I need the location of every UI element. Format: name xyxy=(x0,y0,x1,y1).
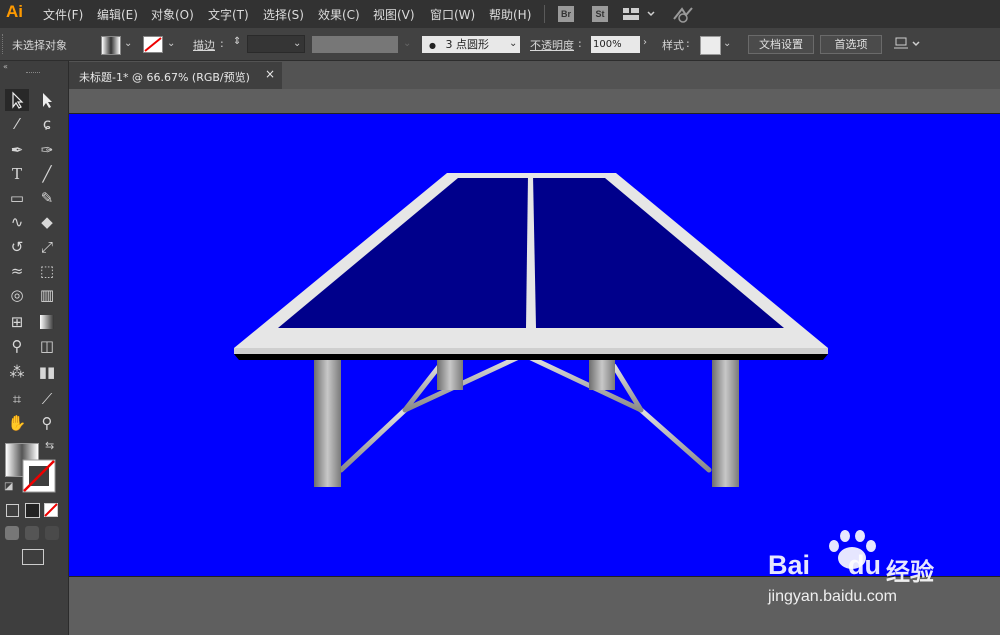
document-title: 未标题-1* @ 66.67% (RGB/预览) xyxy=(79,71,250,84)
panel-grip[interactable] xyxy=(2,34,6,54)
menu-type[interactable]: 文字(T) xyxy=(208,6,249,23)
tools-panel: « ⁄ ɕ ✒ ✑ T ╱ ▭ ✎ ∿ ◆ ↺ ⤢ ≈ ⬚ ◎ ▥ ⊞ ⚲ ◫ … xyxy=(0,61,69,635)
symbol-sprayer-tool-icon[interactable]: ⁂ xyxy=(5,361,29,383)
chevron-down-icon[interactable]: ⌄ xyxy=(293,38,301,49)
gradient-tool-icon[interactable] xyxy=(35,311,59,333)
style-swatch[interactable] xyxy=(700,36,721,55)
perspective-grid-tool-icon[interactable]: ▥ xyxy=(35,284,59,306)
chevron-down-icon[interactable]: ⌄ xyxy=(723,38,731,49)
bridge-button[interactable]: Br xyxy=(558,6,574,22)
menu-bar: Ai 文件(F) 编辑(E) 对象(O) 文字(T) 选择(S) 效果(C) 视… xyxy=(0,0,1000,28)
arrange-documents-icon[interactable] xyxy=(622,6,656,22)
selection-status: 未选择对象 xyxy=(12,39,67,52)
line-segment-tool-icon[interactable]: ╱ xyxy=(35,163,59,185)
opacity-field[interactable]: 100% xyxy=(591,36,640,53)
slice-tool-icon[interactable]: ⟋ xyxy=(35,388,59,410)
zoom-tool-icon[interactable]: ⚲ xyxy=(35,412,59,434)
draw-inside-icon[interactable] xyxy=(45,526,59,540)
curvature-tool-icon[interactable]: ✑ xyxy=(35,139,59,161)
chevron-down-icon[interactable]: ⌄ xyxy=(124,38,132,49)
fill-swatch[interactable] xyxy=(101,36,121,55)
gpu-performance-icon[interactable] xyxy=(672,5,694,23)
swap-colors-icon[interactable]: ⇆ xyxy=(45,439,54,452)
close-tab-icon[interactable]: × xyxy=(265,67,275,81)
eraser-tool-icon[interactable]: ◆ xyxy=(35,211,59,233)
shaper-tool-icon[interactable]: ∿ xyxy=(5,211,29,233)
lasso-tool-icon[interactable]: ɕ xyxy=(35,113,59,135)
blend-tool-icon[interactable]: ◫ xyxy=(35,335,59,357)
direct-selection-tool-icon[interactable] xyxy=(35,89,59,111)
menu-help[interactable]: 帮助(H) xyxy=(489,6,531,23)
rectangle-tool-icon[interactable]: ▭ xyxy=(5,187,29,209)
pen-tool-icon[interactable]: ✒ xyxy=(5,139,29,161)
variable-width-profile[interactable] xyxy=(312,36,398,53)
eyedropper-tool-icon[interactable]: ⚲ xyxy=(5,335,29,357)
rotate-tool-icon[interactable]: ↺ xyxy=(5,236,29,258)
scale-tool-icon[interactable]: ⤢ xyxy=(35,236,59,258)
stepper-icon[interactable]: ⇕ xyxy=(233,36,241,47)
brush-value: 3 点圆形 xyxy=(445,38,489,51)
panel-grip[interactable] xyxy=(26,72,40,75)
label-colon: : xyxy=(578,37,582,50)
stroke-color-box[interactable] xyxy=(22,459,56,493)
collapse-icon[interactable]: « xyxy=(3,62,8,71)
watermark-url: jingyan.baidu.com xyxy=(768,588,897,605)
column-graph-tool-icon[interactable]: ▮▮ xyxy=(35,361,59,383)
menu-file[interactable]: 文件(F) xyxy=(43,6,83,23)
baidu-brand-text: Bai du xyxy=(768,550,881,581)
selection-tool-icon[interactable] xyxy=(5,89,29,111)
stroke-label[interactable]: 描边 xyxy=(193,37,215,53)
shape-builder-tool-icon[interactable]: ◎ xyxy=(5,284,29,306)
label-colon: : xyxy=(220,37,224,50)
menu-divider xyxy=(544,5,545,23)
ping-pong-table-artwork xyxy=(234,173,828,487)
align-options-icon[interactable] xyxy=(893,36,923,52)
width-tool-icon[interactable]: ≈ xyxy=(5,260,29,282)
hand-tool-icon[interactable]: ✋ xyxy=(5,412,29,434)
table-legs xyxy=(314,354,739,487)
document-setup-button[interactable]: 文档设置 xyxy=(748,35,814,54)
free-transform-tool-icon[interactable]: ⬚ xyxy=(35,260,59,282)
menu-select[interactable]: 选择(S) xyxy=(263,6,304,23)
menu-edit[interactable]: 编辑(E) xyxy=(97,6,138,23)
draw-behind-icon[interactable] xyxy=(25,526,39,540)
artboard[interactable] xyxy=(69,113,1000,577)
chevron-down-icon: ⌄ xyxy=(403,38,412,49)
menu-object[interactable]: 对象(O) xyxy=(151,6,194,23)
brand-left: Bai xyxy=(768,550,811,580)
paintbrush-tool-icon[interactable]: ✎ xyxy=(35,187,59,209)
chevron-right-icon[interactable]: › xyxy=(643,37,647,48)
stroke-none-swatch[interactable] xyxy=(143,36,163,53)
app-logo: Ai xyxy=(6,2,23,21)
type-tool-icon[interactable]: T xyxy=(5,163,29,185)
control-bar: 未选择对象 ⌄ ⌄ 描边 : ⇕ ⌄ ⌄ ● 3 点圆形 ⌄ 不透明度 : 10… xyxy=(0,28,1000,61)
chevron-down-icon[interactable]: ⌄ xyxy=(509,38,517,49)
table-braces xyxy=(338,353,712,473)
opacity-label[interactable]: 不透明度 xyxy=(530,37,574,53)
label-colon: : xyxy=(686,37,690,50)
none-mode-icon[interactable] xyxy=(44,503,58,517)
chevron-down-icon[interactable]: ⌄ xyxy=(167,38,175,49)
draw-normal-icon[interactable] xyxy=(5,526,19,540)
mesh-tool-icon[interactable]: ⊞ xyxy=(5,311,29,333)
document-tab[interactable]: 未标题-1* @ 66.67% (RGB/预览) × xyxy=(69,62,282,89)
default-colors-icon[interactable]: ◪ xyxy=(4,481,13,492)
table-top xyxy=(234,173,828,360)
style-label: 样式 xyxy=(662,39,684,52)
stock-button[interactable]: St xyxy=(592,6,608,22)
brand-right: du xyxy=(848,550,882,580)
jingyan-text: 经验 xyxy=(886,558,934,586)
color-mode-icon[interactable] xyxy=(6,504,19,517)
menu-view[interactable]: 视图(V) xyxy=(373,6,415,23)
baidu-watermark: Bai du 经验 jingyan.baidu.com xyxy=(740,528,990,628)
menu-window[interactable]: 窗口(W) xyxy=(430,6,475,23)
brush-definition-field[interactable]: ● 3 点圆形 xyxy=(422,36,520,53)
gradient-mode-icon[interactable] xyxy=(25,503,40,518)
menu-effect[interactable]: 效果(C) xyxy=(318,6,360,23)
preferences-button[interactable]: 首选项 xyxy=(820,35,882,54)
screen-mode-icon[interactable] xyxy=(22,549,44,565)
magic-wand-tool-icon[interactable]: ⁄ xyxy=(5,113,29,135)
artboard-tool-icon[interactable]: ⌗ xyxy=(5,388,29,410)
